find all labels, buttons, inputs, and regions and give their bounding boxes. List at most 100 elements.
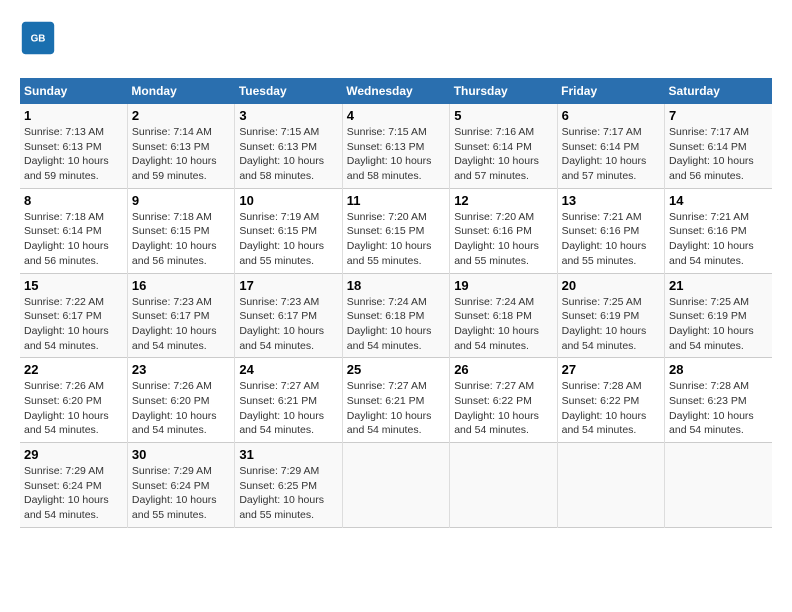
day-number: 25	[347, 362, 445, 377]
day-info: Sunrise: 7:20 AMSunset: 6:15 PMDaylight:…	[347, 210, 445, 269]
day-info: Sunrise: 7:24 AMSunset: 6:18 PMDaylight:…	[454, 295, 552, 354]
header-wednesday: Wednesday	[342, 78, 449, 104]
day-info: Sunrise: 7:15 AMSunset: 6:13 PMDaylight:…	[239, 125, 337, 184]
day-info: Sunrise: 7:27 AMSunset: 6:21 PMDaylight:…	[239, 379, 337, 438]
day-number: 30	[132, 447, 230, 462]
day-info: Sunrise: 7:16 AMSunset: 6:14 PMDaylight:…	[454, 125, 552, 184]
calendar-cell	[557, 443, 664, 528]
calendar-cell: 11 Sunrise: 7:20 AMSunset: 6:15 PMDaylig…	[342, 188, 449, 273]
day-number: 4	[347, 108, 445, 123]
calendar-cell: 21 Sunrise: 7:25 AMSunset: 6:19 PMDaylig…	[665, 273, 772, 358]
logo-icon: GB	[20, 20, 56, 56]
calendar-cell: 20 Sunrise: 7:25 AMSunset: 6:19 PMDaylig…	[557, 273, 664, 358]
day-number: 18	[347, 278, 445, 293]
calendar-cell: 17 Sunrise: 7:23 AMSunset: 6:17 PMDaylig…	[235, 273, 342, 358]
calendar-cell: 5 Sunrise: 7:16 AMSunset: 6:14 PMDayligh…	[450, 104, 557, 188]
day-number: 15	[24, 278, 123, 293]
calendar-week-row: 15 Sunrise: 7:22 AMSunset: 6:17 PMDaylig…	[20, 273, 772, 358]
calendar-cell: 27 Sunrise: 7:28 AMSunset: 6:22 PMDaylig…	[557, 358, 664, 443]
day-info: Sunrise: 7:21 AMSunset: 6:16 PMDaylight:…	[562, 210, 660, 269]
calendar-cell: 18 Sunrise: 7:24 AMSunset: 6:18 PMDaylig…	[342, 273, 449, 358]
calendar-week-row: 22 Sunrise: 7:26 AMSunset: 6:20 PMDaylig…	[20, 358, 772, 443]
calendar-cell: 23 Sunrise: 7:26 AMSunset: 6:20 PMDaylig…	[127, 358, 234, 443]
day-number: 6	[562, 108, 660, 123]
calendar-cell: 14 Sunrise: 7:21 AMSunset: 6:16 PMDaylig…	[665, 188, 772, 273]
day-number: 26	[454, 362, 552, 377]
day-info: Sunrise: 7:13 AMSunset: 6:13 PMDaylight:…	[24, 125, 123, 184]
header-monday: Monday	[127, 78, 234, 104]
calendar-cell: 6 Sunrise: 7:17 AMSunset: 6:14 PMDayligh…	[557, 104, 664, 188]
day-number: 16	[132, 278, 230, 293]
calendar-week-row: 29 Sunrise: 7:29 AMSunset: 6:24 PMDaylig…	[20, 443, 772, 528]
day-number: 9	[132, 193, 230, 208]
calendar-cell: 10 Sunrise: 7:19 AMSunset: 6:15 PMDaylig…	[235, 188, 342, 273]
calendar-cell: 31 Sunrise: 7:29 AMSunset: 6:25 PMDaylig…	[235, 443, 342, 528]
calendar-cell	[665, 443, 772, 528]
calendar-cell: 19 Sunrise: 7:24 AMSunset: 6:18 PMDaylig…	[450, 273, 557, 358]
calendar-cell: 30 Sunrise: 7:29 AMSunset: 6:24 PMDaylig…	[127, 443, 234, 528]
day-number: 13	[562, 193, 660, 208]
day-number: 7	[669, 108, 768, 123]
calendar-cell: 8 Sunrise: 7:18 AMSunset: 6:14 PMDayligh…	[20, 188, 127, 273]
calendar-table: SundayMondayTuesdayWednesdayThursdayFrid…	[20, 78, 772, 528]
calendar-cell: 4 Sunrise: 7:15 AMSunset: 6:13 PMDayligh…	[342, 104, 449, 188]
day-number: 29	[24, 447, 123, 462]
day-info: Sunrise: 7:15 AMSunset: 6:13 PMDaylight:…	[347, 125, 445, 184]
day-number: 27	[562, 362, 660, 377]
calendar-header-row: SundayMondayTuesdayWednesdayThursdayFrid…	[20, 78, 772, 104]
header-thursday: Thursday	[450, 78, 557, 104]
day-number: 1	[24, 108, 123, 123]
day-number: 23	[132, 362, 230, 377]
day-info: Sunrise: 7:17 AMSunset: 6:14 PMDaylight:…	[669, 125, 768, 184]
day-info: Sunrise: 7:22 AMSunset: 6:17 PMDaylight:…	[24, 295, 123, 354]
calendar-week-row: 8 Sunrise: 7:18 AMSunset: 6:14 PMDayligh…	[20, 188, 772, 273]
day-number: 12	[454, 193, 552, 208]
calendar-cell	[342, 443, 449, 528]
calendar-cell: 1 Sunrise: 7:13 AMSunset: 6:13 PMDayligh…	[20, 104, 127, 188]
header-friday: Friday	[557, 78, 664, 104]
day-number: 14	[669, 193, 768, 208]
day-number: 8	[24, 193, 123, 208]
day-number: 20	[562, 278, 660, 293]
calendar-cell: 7 Sunrise: 7:17 AMSunset: 6:14 PMDayligh…	[665, 104, 772, 188]
day-info: Sunrise: 7:25 AMSunset: 6:19 PMDaylight:…	[669, 295, 768, 354]
day-info: Sunrise: 7:25 AMSunset: 6:19 PMDaylight:…	[562, 295, 660, 354]
day-number: 19	[454, 278, 552, 293]
header-sunday: Sunday	[20, 78, 127, 104]
day-info: Sunrise: 7:28 AMSunset: 6:22 PMDaylight:…	[562, 379, 660, 438]
day-info: Sunrise: 7:28 AMSunset: 6:23 PMDaylight:…	[669, 379, 768, 438]
calendar-cell: 12 Sunrise: 7:20 AMSunset: 6:16 PMDaylig…	[450, 188, 557, 273]
calendar-cell: 15 Sunrise: 7:22 AMSunset: 6:17 PMDaylig…	[20, 273, 127, 358]
calendar-cell: 24 Sunrise: 7:27 AMSunset: 6:21 PMDaylig…	[235, 358, 342, 443]
svg-text:GB: GB	[31, 34, 46, 45]
day-info: Sunrise: 7:18 AMSunset: 6:15 PMDaylight:…	[132, 210, 230, 269]
day-number: 3	[239, 108, 337, 123]
day-info: Sunrise: 7:27 AMSunset: 6:21 PMDaylight:…	[347, 379, 445, 438]
calendar-week-row: 1 Sunrise: 7:13 AMSunset: 6:13 PMDayligh…	[20, 104, 772, 188]
day-number: 5	[454, 108, 552, 123]
day-info: Sunrise: 7:23 AMSunset: 6:17 PMDaylight:…	[132, 295, 230, 354]
calendar-cell: 3 Sunrise: 7:15 AMSunset: 6:13 PMDayligh…	[235, 104, 342, 188]
day-info: Sunrise: 7:26 AMSunset: 6:20 PMDaylight:…	[24, 379, 123, 438]
day-info: Sunrise: 7:27 AMSunset: 6:22 PMDaylight:…	[454, 379, 552, 438]
day-number: 21	[669, 278, 768, 293]
day-number: 22	[24, 362, 123, 377]
day-number: 17	[239, 278, 337, 293]
day-info: Sunrise: 7:17 AMSunset: 6:14 PMDaylight:…	[562, 125, 660, 184]
day-info: Sunrise: 7:29 AMSunset: 6:24 PMDaylight:…	[132, 464, 230, 523]
calendar-cell: 22 Sunrise: 7:26 AMSunset: 6:20 PMDaylig…	[20, 358, 127, 443]
day-info: Sunrise: 7:29 AMSunset: 6:25 PMDaylight:…	[239, 464, 337, 523]
day-info: Sunrise: 7:20 AMSunset: 6:16 PMDaylight:…	[454, 210, 552, 269]
calendar-cell: 29 Sunrise: 7:29 AMSunset: 6:24 PMDaylig…	[20, 443, 127, 528]
calendar-cell: 26 Sunrise: 7:27 AMSunset: 6:22 PMDaylig…	[450, 358, 557, 443]
calendar-cell: 16 Sunrise: 7:23 AMSunset: 6:17 PMDaylig…	[127, 273, 234, 358]
calendar-cell: 25 Sunrise: 7:27 AMSunset: 6:21 PMDaylig…	[342, 358, 449, 443]
header-tuesday: Tuesday	[235, 78, 342, 104]
day-info: Sunrise: 7:14 AMSunset: 6:13 PMDaylight:…	[132, 125, 230, 184]
calendar-cell: 2 Sunrise: 7:14 AMSunset: 6:13 PMDayligh…	[127, 104, 234, 188]
logo: GB	[20, 20, 60, 56]
day-number: 10	[239, 193, 337, 208]
day-info: Sunrise: 7:24 AMSunset: 6:18 PMDaylight:…	[347, 295, 445, 354]
calendar-cell: 13 Sunrise: 7:21 AMSunset: 6:16 PMDaylig…	[557, 188, 664, 273]
day-info: Sunrise: 7:23 AMSunset: 6:17 PMDaylight:…	[239, 295, 337, 354]
